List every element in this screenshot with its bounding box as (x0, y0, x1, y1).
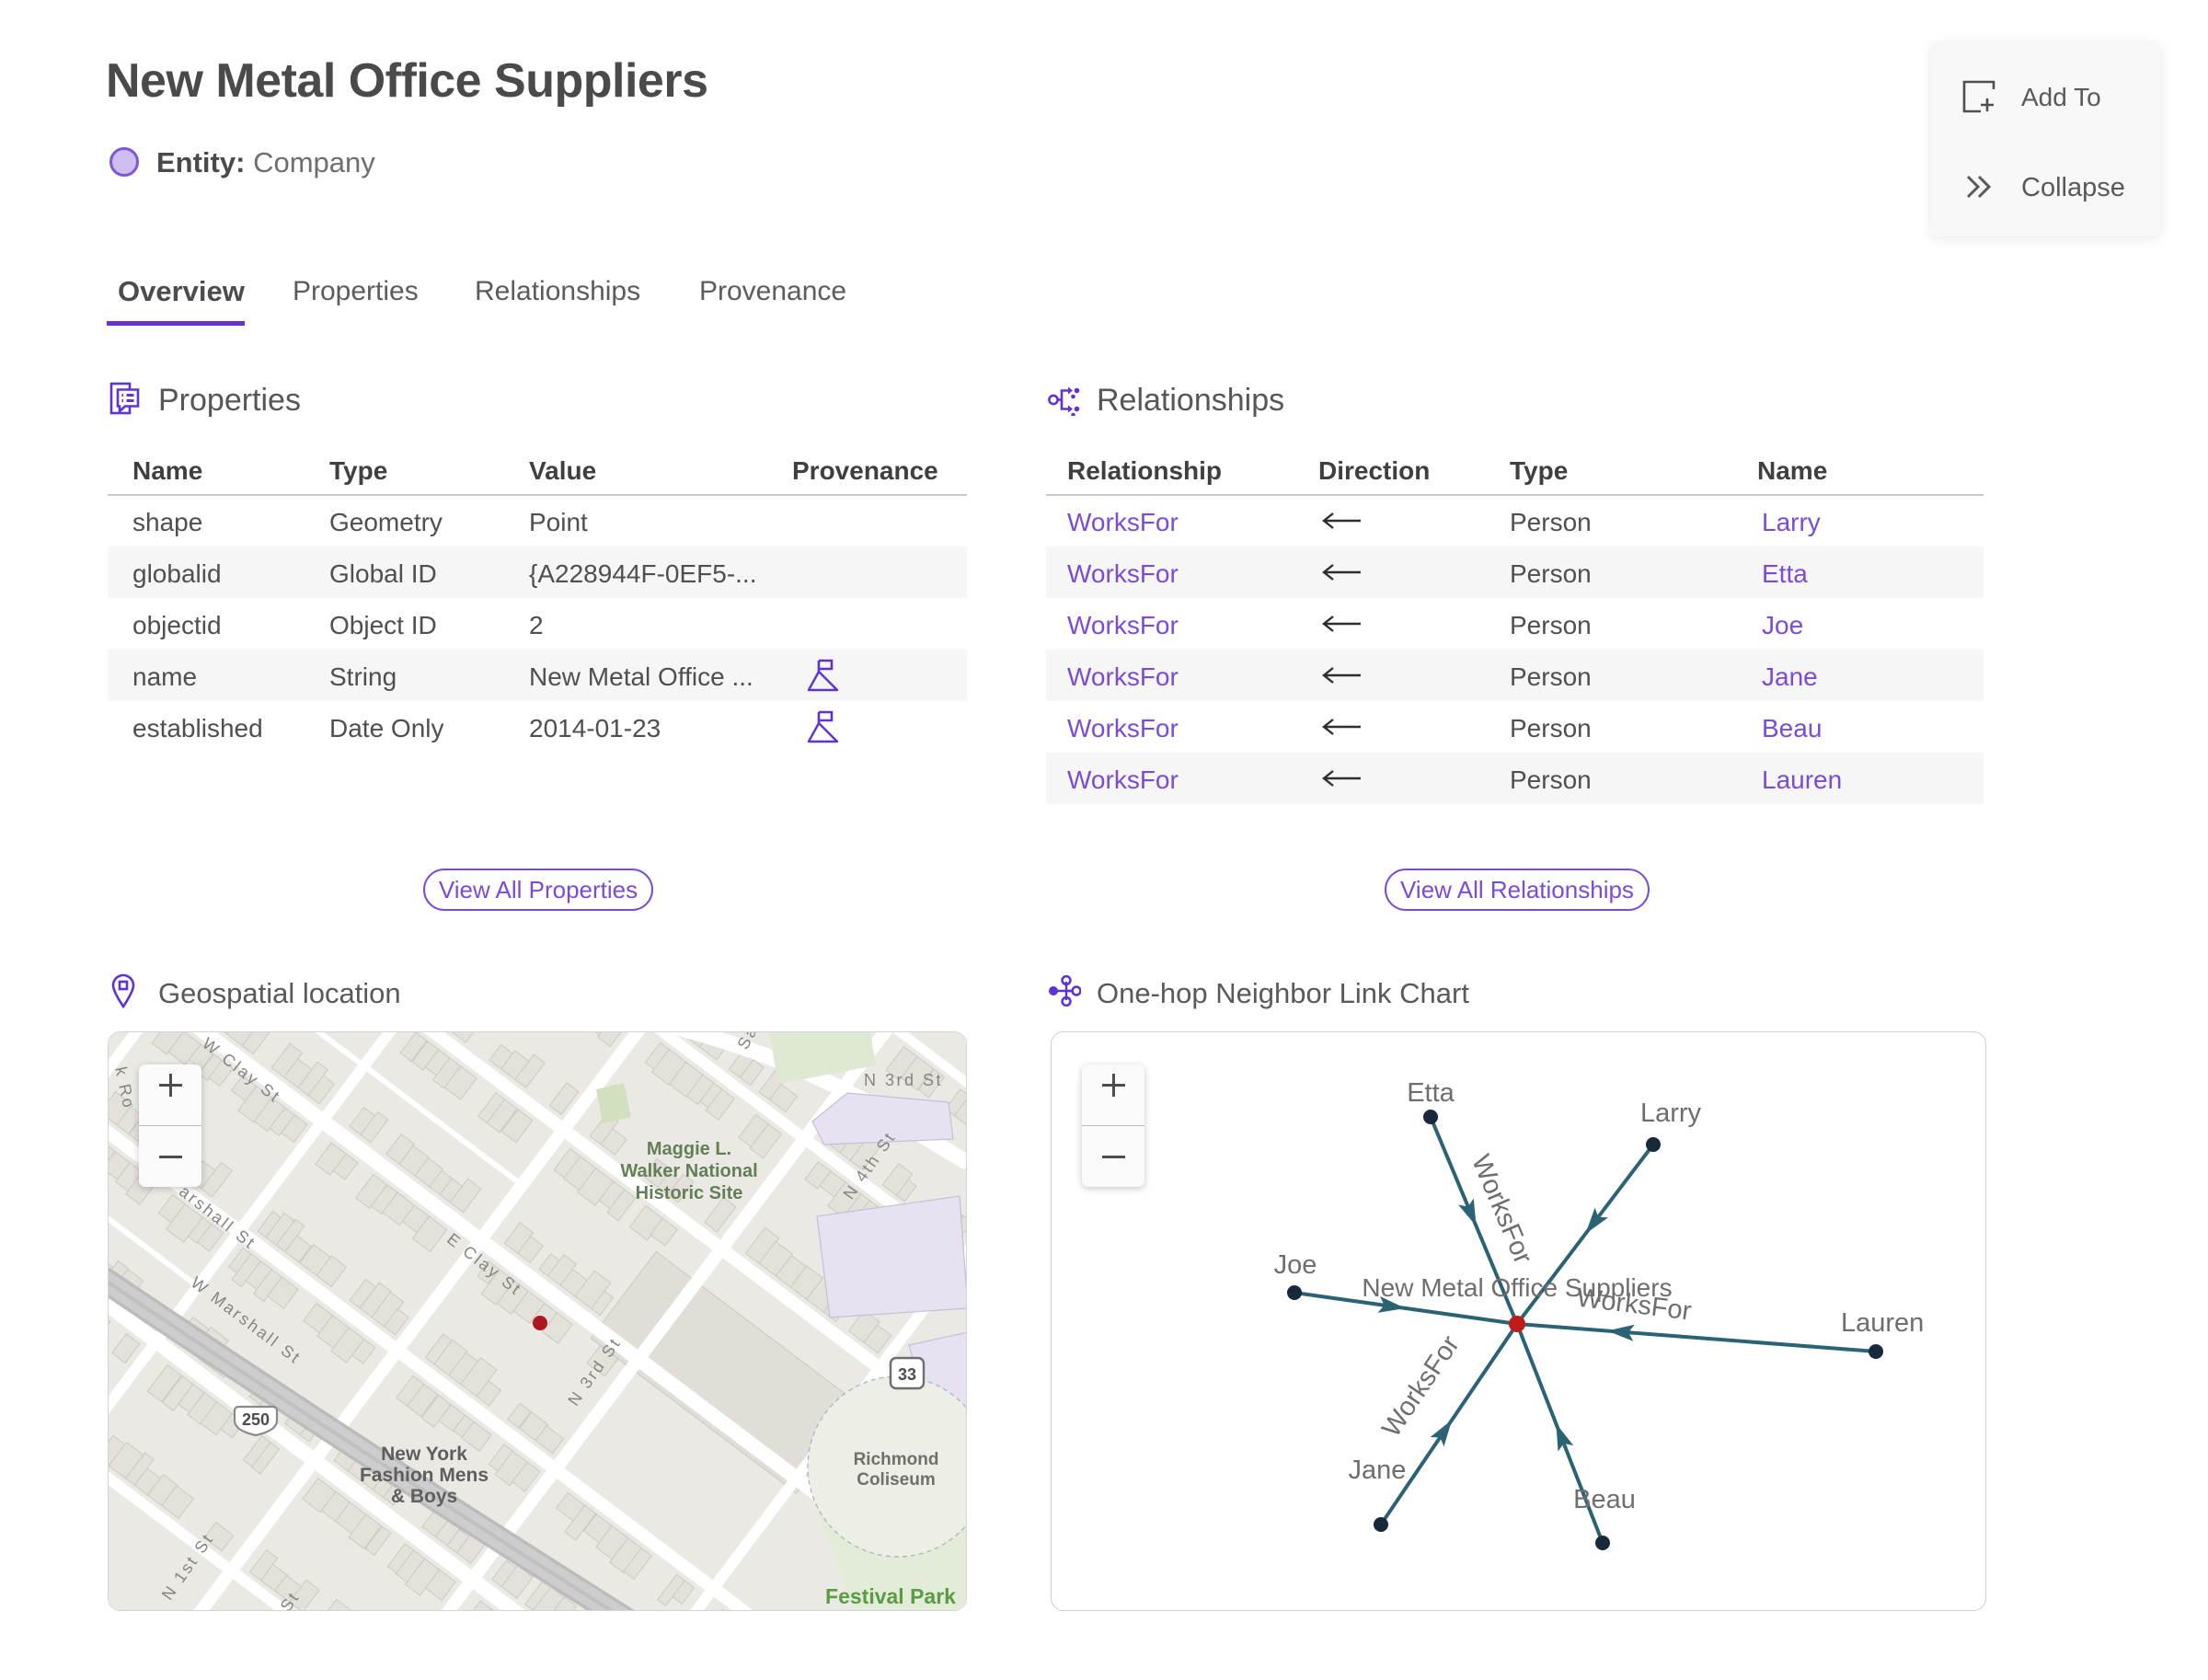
svg-text:Richmond: Richmond (854, 1450, 939, 1469)
svg-text:N 3rd St: N 3rd St (864, 1071, 943, 1089)
svg-text:Historic Site: Historic Site (636, 1183, 743, 1203)
svg-text:Coliseum: Coliseum (857, 1470, 936, 1490)
svg-text:New York: New York (381, 1444, 467, 1465)
svg-text:WorksFor: WorksFor (1466, 1151, 1537, 1269)
svg-text:Joe: Joe (1274, 1250, 1317, 1280)
svg-text:Walker National: Walker National (620, 1161, 757, 1181)
svg-text:33: 33 (898, 1365, 916, 1384)
svg-text:250: 250 (242, 1410, 270, 1429)
svg-text:Fashion Mens: Fashion Mens (360, 1465, 489, 1486)
svg-text:Festival Park: Festival Park (825, 1584, 956, 1608)
svg-text:& Boys: & Boys (391, 1486, 457, 1507)
svg-text:Etta: Etta (1407, 1078, 1455, 1108)
svg-text:Jane: Jane (1349, 1456, 1407, 1485)
svg-text:Larry: Larry (1640, 1099, 1702, 1128)
svg-text:Maggie L.: Maggie L. (647, 1139, 731, 1159)
svg-text:Beau: Beau (1573, 1485, 1636, 1514)
svg-text:Lauren: Lauren (1841, 1308, 1924, 1338)
svg-text:WorksFor: WorksFor (1575, 1283, 1693, 1327)
svg-text:WorksFor: WorksFor (1376, 1330, 1466, 1443)
